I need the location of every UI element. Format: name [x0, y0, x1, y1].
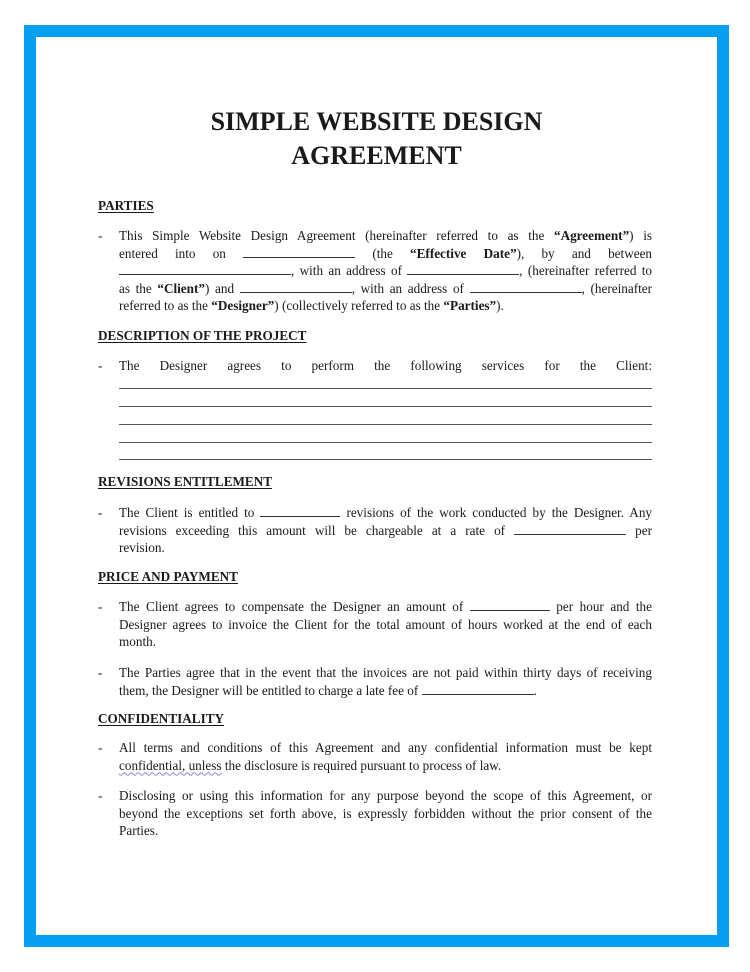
disclosure-line-2: beyond the exceptions set forth above, i… [119, 805, 652, 821]
revision-rate-blank[interactable] [514, 522, 627, 535]
text: entered into on [119, 245, 226, 261]
designer-name-blank[interactable] [239, 280, 352, 293]
confidentiality-line-1: All terms and conditions of this Agreeme… [119, 740, 652, 755]
document-frame: SIMPLE WEBSITE DESIGN AGREEMENT PARTIES … [24, 25, 729, 947]
disclosure-line-3: Parties. [119, 823, 159, 839]
parties-line-5: referred to as the “Designer”) (collecti… [119, 297, 652, 315]
description-blank-line-2[interactable] [119, 406, 652, 407]
text: (the [372, 245, 393, 261]
revisions-line-1: The Client is entitled to revisions of t… [119, 504, 652, 522]
document-page: SIMPLE WEBSITE DESIGN AGREEMENT PARTIES … [36, 37, 717, 935]
parties-line-3: , with an address of , (hereinafter refe… [119, 262, 652, 280]
section-heading-revisions: REVISIONS ENTITLEMENT [98, 474, 273, 489]
section-heading-parties: PARTIES [98, 198, 154, 213]
text: revisions exceeding this amount will be … [119, 522, 506, 538]
price-line-3: month. [119, 634, 156, 650]
revisions-line-2: revisions exceeding this amount will be … [119, 522, 652, 540]
price-line-1: The Client agrees to compensate the Desi… [119, 598, 652, 616]
client-name-blank[interactable] [119, 262, 291, 276]
effective-date-blank[interactable] [243, 245, 356, 258]
revisions-line-3: revision. [119, 540, 165, 556]
spellcheck-flagged-text: confidential, unless [119, 757, 222, 773]
term-designer: “Designer” [211, 298, 275, 314]
description-blank-line-3[interactable] [119, 424, 652, 425]
list-dash: - [98, 358, 103, 373]
list-dash: - [98, 228, 103, 243]
parties-line-4: as the “Client”) and , with an address o… [119, 280, 652, 298]
text: , with an address of [291, 263, 402, 279]
list-dash: - [98, 505, 103, 520]
late-fee-line-2: them, the Designer will be entitled to c… [119, 682, 652, 700]
title-line-2: AGREEMENT [291, 141, 462, 170]
description-blank-line-4[interactable] [119, 442, 652, 443]
title-line-1: SIMPLE WEBSITE DESIGN [210, 107, 543, 136]
term-parties: “Parties” [443, 298, 497, 314]
text: per [635, 522, 653, 538]
text: . [533, 682, 537, 698]
section-heading-description: DESCRIPTION OF THE PROJECT [98, 328, 307, 343]
late-fee-blank[interactable] [421, 682, 534, 695]
list-dash: - [98, 740, 103, 755]
text: revisions of the work conducted by the D… [346, 505, 653, 520]
text: them, the Designer will be entitled to c… [119, 682, 419, 698]
text: The Client agrees to compensate the Desi… [119, 599, 464, 614]
document-title: SIMPLE WEBSITE DESIGN AGREEMENT [36, 105, 717, 173]
text: ) (collectively referred to as the [274, 298, 444, 314]
late-fee-line-1: The Parties agree that in the event that… [119, 665, 652, 680]
text: ) and [204, 280, 235, 296]
parties-line-1: This Simple Website Design Agreement (he… [119, 227, 652, 245]
text: per hour and the [556, 599, 653, 614]
price-line-2: Designer agrees to invoice the Client fo… [119, 616, 652, 632]
list-dash: - [98, 599, 103, 614]
confidentiality-line-2: confidential, unless the disclosure is r… [119, 757, 652, 775]
section-heading-confidentiality: CONFIDENTIALITY [98, 711, 225, 726]
list-dash: - [98, 788, 103, 803]
parties-line-2: entered into on (the “Effective Date”), … [119, 245, 652, 263]
section-heading-price: PRICE AND PAYMENT [98, 569, 238, 584]
description-line-1: The Designer agrees to perform the follo… [119, 358, 652, 373]
text: , (hereinafter referred to [519, 263, 652, 279]
description-blank-line-5[interactable] [119, 459, 652, 460]
hourly-rate-blank[interactable] [469, 598, 550, 611]
designer-address-blank[interactable] [469, 280, 582, 293]
text: ) is [629, 228, 653, 243]
text: , with an address of [351, 280, 464, 296]
text: the disclosure is required pursuant to p… [221, 757, 502, 773]
disclosure-line-1: Disclosing or using this information for… [119, 788, 652, 803]
text: This Simple Website Design Agreement (he… [119, 228, 554, 243]
text: ). [496, 298, 504, 314]
text: ), by and between [516, 245, 653, 261]
client-address-blank[interactable] [407, 262, 520, 276]
text: as the [119, 280, 158, 296]
term-agreement: “Agreement” [553, 228, 630, 243]
text: referred to as the [119, 298, 212, 314]
revisions-count-blank[interactable] [260, 504, 341, 517]
description-blank-line-1[interactable] [119, 388, 652, 389]
term-effective-date: “Effective Date” [410, 245, 517, 261]
list-dash: - [98, 665, 103, 680]
text: , (hereinafter [581, 280, 652, 296]
text: The Client is entitled to [119, 505, 255, 520]
term-client: “Client” [157, 280, 205, 296]
